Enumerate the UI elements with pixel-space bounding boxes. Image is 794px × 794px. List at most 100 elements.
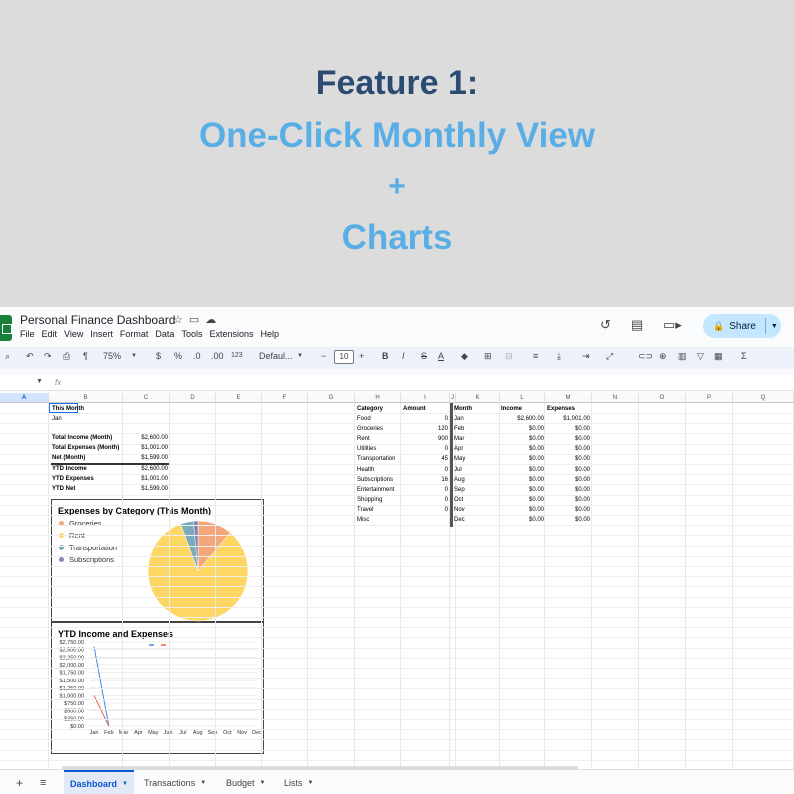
month-cell[interactable]: May [454, 455, 465, 463]
column-header-h[interactable]: H [355, 393, 401, 403]
filter-views-icon[interactable]: ▦ [714, 351, 723, 362]
category-cell[interactable]: Subscriptions [357, 476, 393, 484]
comment-icon[interactable]: ▤ [631, 317, 643, 333]
amount-cell[interactable]: 0 [403, 486, 448, 494]
expenses-cell[interactable]: $0.00 [546, 476, 590, 484]
amount-cell[interactable]: 0 [403, 506, 448, 514]
chevron-down-icon[interactable]: ▼ [131, 353, 137, 359]
add-sheet-icon[interactable]: + [10, 770, 29, 794]
sheet-tab-lists[interactable]: Lists ▼ [278, 770, 319, 794]
menu-tools[interactable]: Tools [181, 329, 202, 339]
column-header-c[interactable]: C [123, 393, 170, 403]
column-header-e[interactable]: E [216, 393, 262, 403]
column-header-b[interactable]: B [49, 393, 123, 403]
summary-value[interactable]: $1,599.00 [124, 454, 168, 462]
strikethrough-button[interactable]: S [421, 351, 427, 361]
link-icon[interactable]: ⊂⊃ [638, 351, 653, 362]
functions-button[interactable]: Σ [741, 351, 747, 361]
column-header-f[interactable]: F [262, 393, 308, 403]
chart-icon[interactable]: ▥ [678, 351, 687, 362]
filter-icon[interactable]: ▽ [697, 351, 704, 362]
amount-cell[interactable]: 0 [403, 466, 448, 474]
number-format-button[interactable]: 123 [231, 352, 243, 359]
expenses-cell[interactable]: $0.00 [546, 496, 590, 504]
month-cell[interactable]: Oct [454, 496, 463, 504]
summary-label[interactable]: YTD Net [52, 485, 75, 493]
folder-icon[interactable]: ▭ [189, 314, 205, 326]
menu-file[interactable]: File [20, 329, 35, 339]
month-dropdown[interactable]: Jan [52, 415, 62, 423]
menu-data[interactable]: Data [155, 329, 174, 339]
text-wrap-icon[interactable]: ⇥ [582, 351, 590, 362]
income-cell[interactable]: $0.00 [500, 435, 544, 443]
column-header-i[interactable]: I [401, 393, 450, 403]
text-color-button[interactable]: A [438, 351, 444, 361]
decrease-font-icon[interactable]: − [321, 351, 326, 361]
amount-cell[interactable]: 45 [403, 455, 448, 463]
month-cell[interactable]: Nov [454, 506, 465, 514]
column-header-n[interactable]: N [592, 393, 639, 403]
zoom-select[interactable]: 75% [103, 351, 121, 361]
chevron-down-icon[interactable]: ▼ [308, 780, 314, 786]
summary-label[interactable]: Total Income (Month) [52, 434, 112, 442]
amount-cell[interactable]: 0 [403, 445, 448, 453]
summary-label[interactable]: YTD Income [52, 465, 87, 473]
history-icon[interactable]: ↺ [600, 317, 611, 333]
bold-button[interactable]: B [382, 351, 389, 361]
column-header-k[interactable]: K [456, 393, 500, 403]
category-cell[interactable]: Health [357, 466, 374, 474]
sheets-logo-icon[interactable] [0, 315, 12, 341]
chevron-down-icon[interactable]: ▼ [122, 781, 128, 787]
income-cell[interactable]: $0.00 [500, 425, 544, 433]
income-cell[interactable]: $0.00 [500, 516, 544, 524]
cloud-icon[interactable]: ☁ [205, 314, 222, 326]
income-cell[interactable]: $0.00 [500, 496, 544, 504]
category-cell[interactable]: Rent [357, 435, 370, 443]
column-header-p[interactable]: P [686, 393, 733, 403]
summary-value[interactable]: $1,001.00 [124, 444, 168, 452]
month-cell[interactable]: Dec [454, 516, 465, 524]
summary-value[interactable]: $1,001.00 [124, 475, 168, 483]
pie-chart[interactable]: Expenses by Category (This Month) Grocer… [51, 499, 264, 622]
column-header-o[interactable]: O [639, 393, 686, 403]
chevron-down-icon[interactable]: ▼ [297, 353, 303, 359]
column-header-a[interactable]: A [0, 393, 49, 403]
expenses-cell[interactable]: $0.00 [546, 435, 590, 443]
category-cell[interactable]: Travel [357, 506, 373, 514]
month-cell[interactable]: Apr [454, 445, 463, 453]
font-size-input[interactable]: 10 [334, 350, 354, 364]
menu-insert[interactable]: Insert [90, 329, 113, 339]
decrease-decimal-button[interactable]: .0 [193, 351, 201, 361]
borders-icon[interactable]: ⊞ [484, 351, 492, 362]
summary-value[interactable]: $1,599.00 [124, 485, 168, 493]
month-cell[interactable]: Mar [454, 435, 464, 443]
sheet-tab-budget[interactable]: Budget ▼ [220, 770, 271, 794]
paint-format-icon[interactable]: ¶ [83, 351, 88, 361]
align-vertical-icon[interactable]: ⤓ [557, 351, 561, 362]
income-cell[interactable]: $2,600.00 [500, 415, 544, 423]
search-icon[interactable]: ⌕ [5, 351, 10, 362]
italic-button[interactable]: I [402, 351, 405, 361]
income-cell[interactable]: $0.00 [500, 455, 544, 463]
expenses-cell[interactable]: $0.00 [546, 445, 590, 453]
category-cell[interactable]: Shopping [357, 496, 382, 504]
amount-cell[interactable]: 120 [403, 425, 448, 433]
expenses-cell[interactable]: $0.00 [546, 516, 590, 524]
expenses-cell[interactable]: $0.00 [546, 425, 590, 433]
amount-cell[interactable]: 900 [403, 435, 448, 443]
expenses-cell[interactable]: $0.00 [546, 466, 590, 474]
amount-cell[interactable]: 0 [403, 496, 448, 504]
category-cell[interactable]: Utilities [357, 445, 376, 453]
menu-format[interactable]: Format [120, 329, 149, 339]
print-icon[interactable]: ⎙ [63, 351, 70, 362]
summary-value[interactable]: $2,600.00 [124, 434, 168, 442]
summary-label[interactable]: YTD Expenses [52, 475, 94, 483]
amount-cell[interactable]: 16 [403, 476, 448, 484]
percent-button[interactable]: % [174, 351, 182, 361]
redo-icon[interactable]: ↷ [44, 351, 52, 362]
all-sheets-icon[interactable]: ≡ [34, 770, 52, 794]
font-select[interactable]: Defaul... [259, 351, 293, 361]
category-cell[interactable]: Food [357, 415, 371, 423]
menu-view[interactable]: View [64, 329, 83, 339]
column-header-m[interactable]: M [545, 393, 592, 403]
